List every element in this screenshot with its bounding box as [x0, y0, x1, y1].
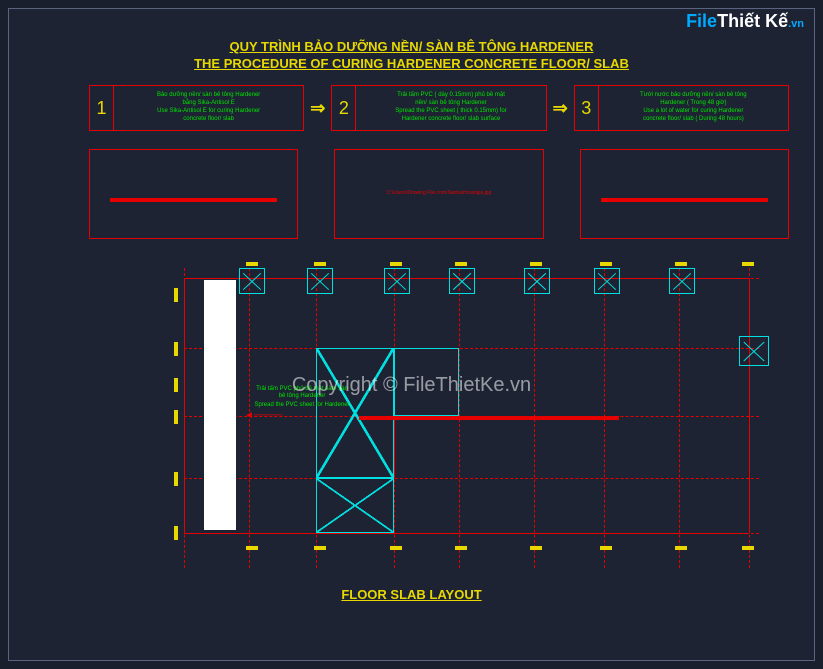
step-2-number: 2: [332, 86, 356, 130]
panel-2-text: C:\Users\Drawing File.com\Sanbuichoangia…: [345, 190, 532, 196]
logo-part1: File: [686, 11, 717, 31]
title-en: THE PROCEDURE OF CURING HARDENER CONCRET…: [9, 56, 814, 73]
step-1-text: Bảo dưỡng nền/ sàn bê tông Hardenerbằng …: [114, 86, 303, 130]
panel-3: [580, 149, 789, 239]
step-3: 3 Tưới nước bảo dưỡng nền/ sàn bê tôngHa…: [574, 85, 789, 131]
panel-2: C:\Users\Drawing File.com\Sanbuichoangia…: [334, 149, 543, 239]
floor-slab-layout: Trải tấm PVC phủ bề mặt sàn/ sàn bê tông…: [184, 268, 759, 568]
title-vi: QUY TRÌNH BẢO DƯỠNG NỀN/ SÀN BÊ TÔNG HAR…: [9, 39, 814, 56]
white-strip: [204, 280, 236, 530]
logo-part2: Thiết Kế: [717, 11, 788, 31]
step-3-text: Tưới nước bảo dưỡng nền/ sàn bê tôngHard…: [599, 86, 788, 130]
step-2: 2 Trải tấm PVC ( dày 0.15mm) phủ bề mặtn…: [331, 85, 546, 131]
step-2-text: Trải tấm PVC ( dày 0.15mm) phủ bề mặtnền…: [356, 86, 545, 130]
leader-arrow-icon: ◄────: [244, 410, 282, 421]
layout-label: FLOOR SLAB LAYOUT: [9, 587, 814, 602]
cad-canvas: FileThiết Kế.vn QUY TRÌNH BẢO DƯỠNG NỀN/…: [8, 8, 815, 661]
step-1-number: 1: [90, 86, 114, 130]
drawing-title: QUY TRÌNH BẢO DƯỠNG NỀN/ SÀN BÊ TÔNG HAR…: [9, 39, 814, 73]
logo-suffix: .vn: [788, 18, 804, 30]
site-logo: FileThiết Kế.vn: [686, 11, 804, 32]
illustration-panels: C:\Users\Drawing File.com\Sanbuichoangia…: [89, 149, 789, 239]
plan-note: Trải tấm PVC phủ bề mặt sàn/ sàn bê tông…: [252, 386, 352, 410]
step-1: 1 Bảo dưỡng nền/ sàn bê tông Hardenerbằn…: [89, 85, 304, 131]
step-3-number: 3: [575, 86, 599, 130]
arrow-icon: ⇒: [310, 98, 325, 119]
procedure-steps: 1 Bảo dưỡng nền/ sàn bê tông Hardenerbằn…: [89, 85, 789, 131]
arrow-icon: ⇒: [553, 98, 568, 119]
panel-1: [89, 149, 298, 239]
